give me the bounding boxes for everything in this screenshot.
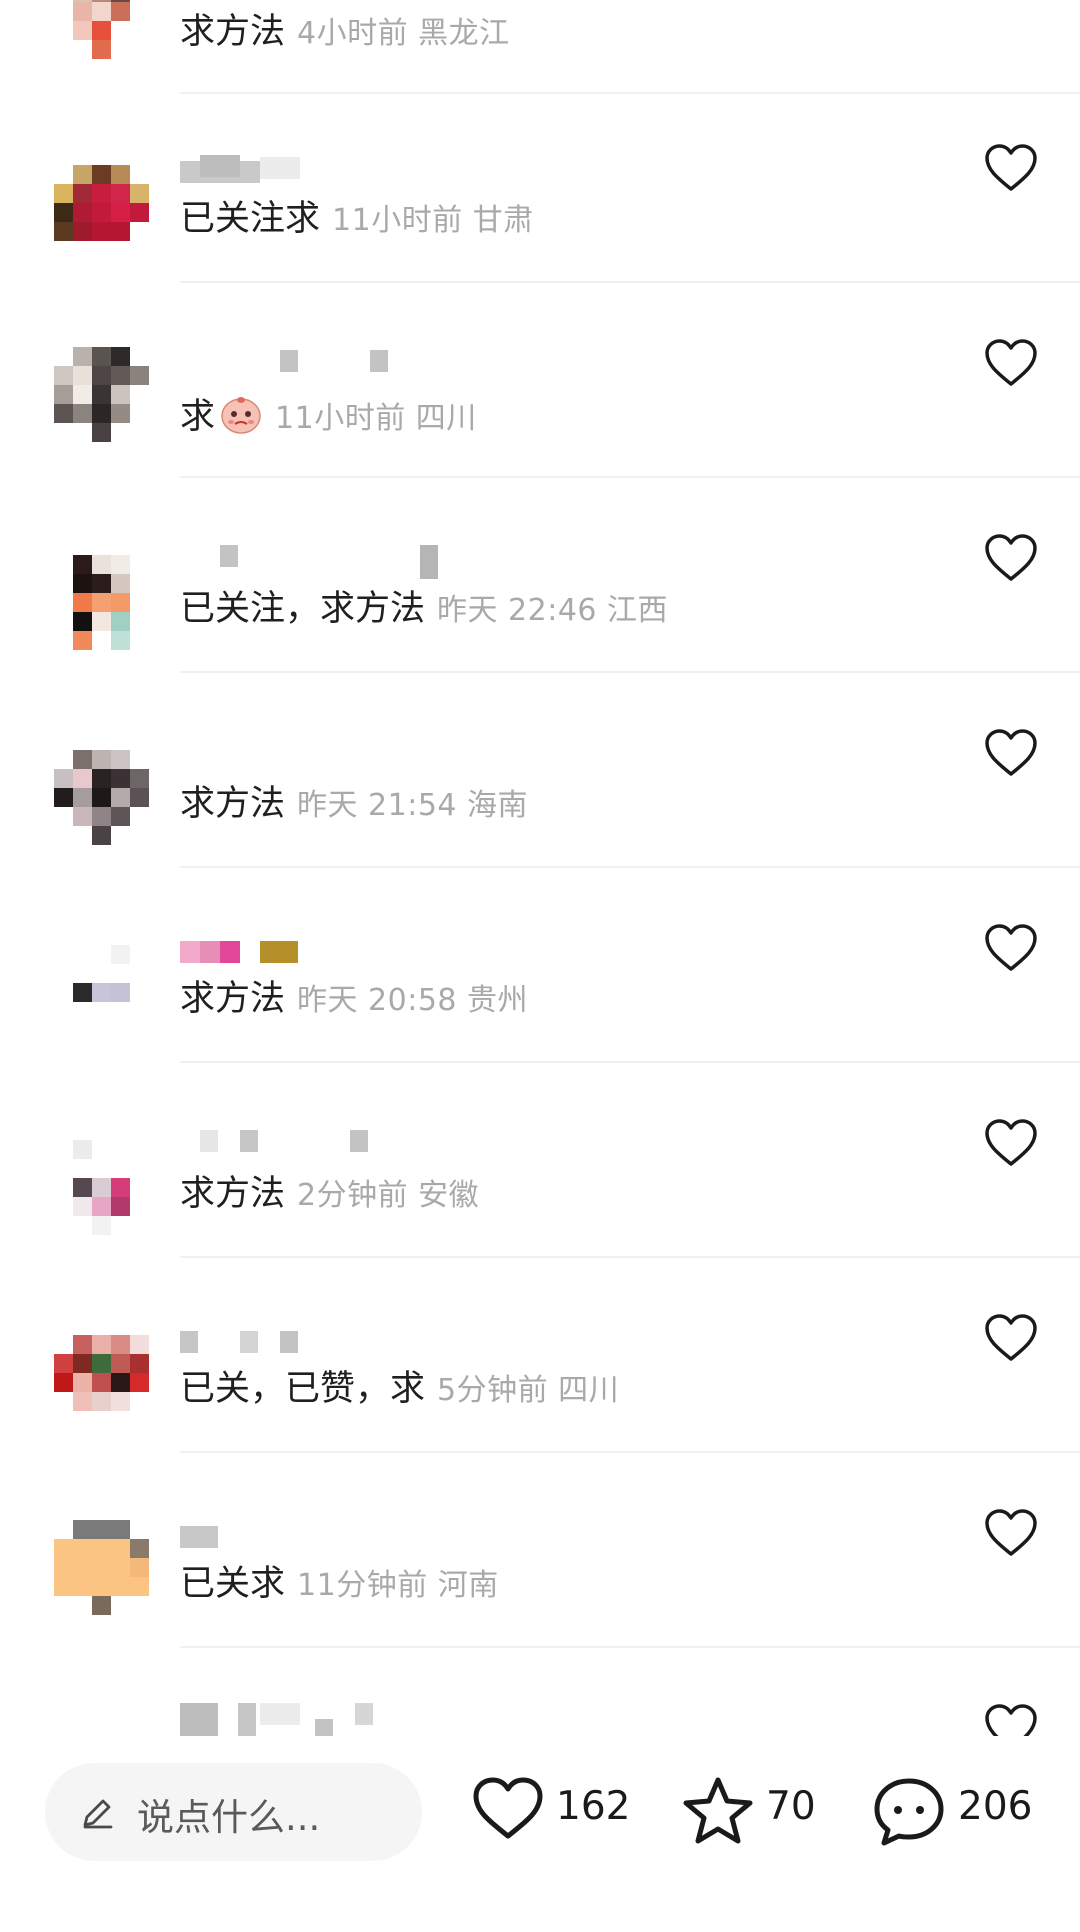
avatar[interactable]: [54, 555, 150, 651]
comment-text: 求方法 4小时前 黑龙江: [180, 12, 510, 52]
comment-meta: 11分钟前 河南: [297, 1568, 499, 1603]
divider: [180, 476, 1080, 478]
comment-text: 已关注，求方法 昨天 22:46 江西: [180, 589, 669, 629]
like-button[interactable]: [984, 533, 1038, 583]
like-button[interactable]: [984, 923, 1038, 973]
divider: [180, 1256, 1080, 1258]
comment-item: 求 11小时前 四川: [0, 320, 1080, 515]
comment-meta: 5分钟前 四川: [437, 1373, 620, 1408]
username-blurred[interactable]: [180, 1526, 500, 1550]
like-button[interactable]: [984, 338, 1038, 388]
pencil-icon: [83, 1799, 113, 1829]
heart-icon: [985, 924, 1037, 971]
username-blurred[interactable]: [180, 350, 500, 374]
like-button[interactable]: [984, 728, 1038, 778]
heart-icon: [985, 339, 1037, 386]
comment-meta: 昨天 22:46 江西: [437, 593, 669, 628]
comment-text: 已关求 11分钟前 河南: [180, 1564, 499, 1604]
comment-meta: 4小时前 黑龙江: [297, 16, 510, 51]
username-blurred[interactable]: [180, 545, 500, 579]
comment-meta: 11小时前 四川: [275, 401, 477, 436]
avatar[interactable]: [54, 0, 150, 79]
comment-input[interactable]: 说点什么...: [45, 1763, 422, 1861]
avatar[interactable]: [54, 750, 150, 846]
avatar[interactable]: [54, 347, 150, 443]
comment-text: 求 11小时前 四川: [180, 392, 477, 441]
comment-meta: 昨天 20:58 贵州: [297, 983, 529, 1018]
like-button[interactable]: [984, 1508, 1038, 1558]
comment-text: 求方法 2分钟前 安徽: [180, 1174, 480, 1214]
like-count-button[interactable]: 162: [472, 1772, 632, 1852]
avatar[interactable]: [54, 945, 150, 1041]
comment-meta: 2分钟前 安徽: [297, 1178, 480, 1213]
comment-count: 206: [958, 1784, 1033, 1829]
comment-item: 求方法 4小时前 黑龙江: [0, 0, 1080, 125]
like-button[interactable]: [984, 143, 1038, 193]
star-icon: [683, 1777, 753, 1844]
divider: [180, 281, 1080, 283]
heart-icon: [985, 1314, 1037, 1361]
heart-icon: [985, 144, 1037, 191]
divider: [180, 1451, 1080, 1453]
comment-item: 求方法 昨天 20:58 贵州: [0, 905, 1080, 1100]
comment-text: 求方法 昨天 20:58 贵州: [180, 979, 529, 1019]
heart-icon: [985, 534, 1037, 581]
divider: [180, 671, 1080, 673]
heart-icon: [985, 1509, 1037, 1556]
chat-bubble-icon: [874, 1778, 944, 1846]
comment-count-button[interactable]: 206: [872, 1772, 1042, 1852]
heart-icon: [985, 1119, 1037, 1166]
comment-meta: 11小时前 甘肃: [332, 203, 534, 238]
avatar[interactable]: [54, 1140, 150, 1236]
divider: [180, 92, 1080, 94]
comment-item: 求方法 2分钟前 安徽: [0, 1100, 1080, 1295]
username-blurred[interactable]: [180, 941, 500, 965]
bottom-action-bar: 说点什么... 162 70 206: [0, 1736, 1080, 1932]
avatar[interactable]: [54, 1520, 150, 1616]
comment-meta: 昨天 21:54 海南: [297, 788, 529, 823]
avatar[interactable]: [54, 1335, 150, 1431]
comment-item: 求方法 昨天 21:54 海南: [0, 710, 1080, 905]
comment-item: 已关求 11分钟前 河南: [0, 1490, 1080, 1685]
like-button[interactable]: [984, 1118, 1038, 1168]
comment-text: 已关，已赞，求 5分钟前 四川: [180, 1369, 620, 1409]
comment-input-placeholder: 说点什么...: [137, 1796, 321, 1839]
like-button[interactable]: [984, 1313, 1038, 1363]
like-count: 162: [556, 1784, 631, 1829]
pleading-face-emoji: [221, 397, 261, 434]
comment-item: 已关，已赞，求 5分钟前 四川: [0, 1295, 1080, 1490]
divider: [180, 1646, 1080, 1648]
favorite-count: 70: [766, 1784, 816, 1829]
avatar[interactable]: [54, 165, 150, 261]
username-blurred[interactable]: [180, 1331, 500, 1355]
comment-item: 已关注求 11小时前 甘肃: [0, 125, 1080, 320]
favorite-count-button[interactable]: 70: [682, 1772, 822, 1852]
divider: [180, 1061, 1080, 1063]
comment-text: 已关注求 11小时前 甘肃: [180, 199, 534, 239]
username-blurred[interactable]: [180, 155, 500, 183]
comment-item: 已关注，求方法 昨天 22:46 江西: [0, 515, 1080, 710]
comment-text: 求方法 昨天 21:54 海南: [180, 784, 529, 824]
heart-icon: [473, 1777, 543, 1839]
heart-icon: [985, 729, 1037, 776]
divider: [180, 866, 1080, 868]
username-blurred[interactable]: [180, 1130, 500, 1154]
username-blurred[interactable]: [180, 1703, 500, 1741]
